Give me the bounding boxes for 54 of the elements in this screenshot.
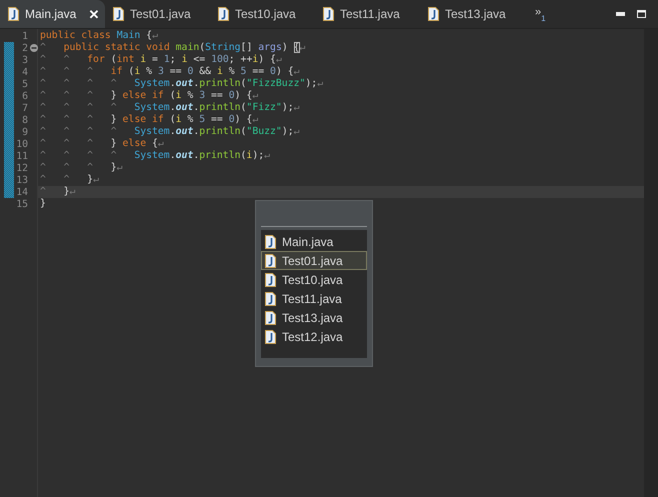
editor-tab[interactable]: Test01.java xyxy=(105,0,210,28)
java-file-icon xyxy=(113,7,124,21)
java-file-icon xyxy=(265,254,276,268)
collapse-icon[interactable] xyxy=(30,44,38,52)
java-file-icon xyxy=(265,310,276,324)
code-line: ^ ^ ^ ^ System.out.println("Fizz");↵ xyxy=(40,102,300,113)
line-number: 9 xyxy=(21,126,28,138)
line-number: 10 xyxy=(15,138,28,150)
java-file-icon xyxy=(265,330,276,344)
line-number: 1 xyxy=(21,30,28,42)
code-line: ^ ^ ^ }↵ xyxy=(40,162,123,173)
line-number: 7 xyxy=(21,102,28,114)
code-line: ^ ^ for (int i = 1; i <= 100; ++i) {↵ xyxy=(40,54,282,65)
code-line: public class Main {↵ xyxy=(40,30,158,41)
code-line: ^ ^ ^ } else {↵ xyxy=(40,138,164,149)
java-file-icon xyxy=(265,234,276,248)
line-number: 13 xyxy=(15,174,28,186)
line-number: 15 xyxy=(15,198,28,210)
line-number: 12 xyxy=(15,162,28,174)
java-file-icon xyxy=(218,7,229,21)
editor-list-item[interactable]: Test13.java xyxy=(261,308,367,327)
editor-tab[interactable]: Test11.java xyxy=(315,0,420,28)
editor-tab[interactable]: Test10.java xyxy=(210,0,315,28)
java-file-icon xyxy=(428,7,439,21)
line-number: 3 xyxy=(21,54,28,66)
java-file-icon xyxy=(265,272,276,286)
editor-list-item[interactable]: Main.java xyxy=(261,232,367,251)
line-number: 6 xyxy=(21,90,28,102)
line-number: 14 xyxy=(15,186,28,198)
maximize-icon[interactable] xyxy=(637,10,646,18)
editor-list-item[interactable]: Test01.java xyxy=(261,251,367,270)
code-line: ^ ^ ^ ^ System.out.println(i);↵ xyxy=(40,150,270,161)
close-button[interactable]: ✕ xyxy=(86,6,102,22)
java-file-icon xyxy=(8,7,19,21)
code-line: ^ ^ ^ ^ System.out.println("FizzBuzz");↵ xyxy=(40,78,324,89)
line-number: 5 xyxy=(21,78,28,90)
code-line: ^ ^ ^ } else if (i % 3 == 0) {↵ xyxy=(40,90,258,101)
java-file-icon xyxy=(265,292,276,306)
line-number: 8 xyxy=(21,114,28,126)
editor-list-item[interactable]: Test10.java xyxy=(261,270,367,289)
code-line: ^ ^ ^ if (i % 3 == 0 && i % 5 == 0) {↵ xyxy=(40,66,300,77)
code-line: } xyxy=(40,198,46,209)
line-number: 4 xyxy=(21,66,28,78)
editor-list-item[interactable]: Test11.java xyxy=(261,289,367,308)
line-number: 11 xyxy=(15,150,28,162)
editor-tab[interactable]: Test13.java xyxy=(420,0,525,28)
code-line: ^ ^ }↵ xyxy=(40,174,99,185)
code-line: ^ }↵ xyxy=(40,186,76,197)
editor-list-item[interactable]: Test12.java xyxy=(261,327,367,346)
code-line: ^ ^ ^ ^ System.out.println("Buzz");↵ xyxy=(40,126,300,137)
line-number: 2 xyxy=(21,42,28,54)
code-line: ^ ^ ^ } else if (i % 5 == 0) {↵ xyxy=(40,114,258,125)
editor-tab[interactable]: Main.java ✕ xyxy=(0,0,105,28)
java-file-icon xyxy=(323,7,334,21)
